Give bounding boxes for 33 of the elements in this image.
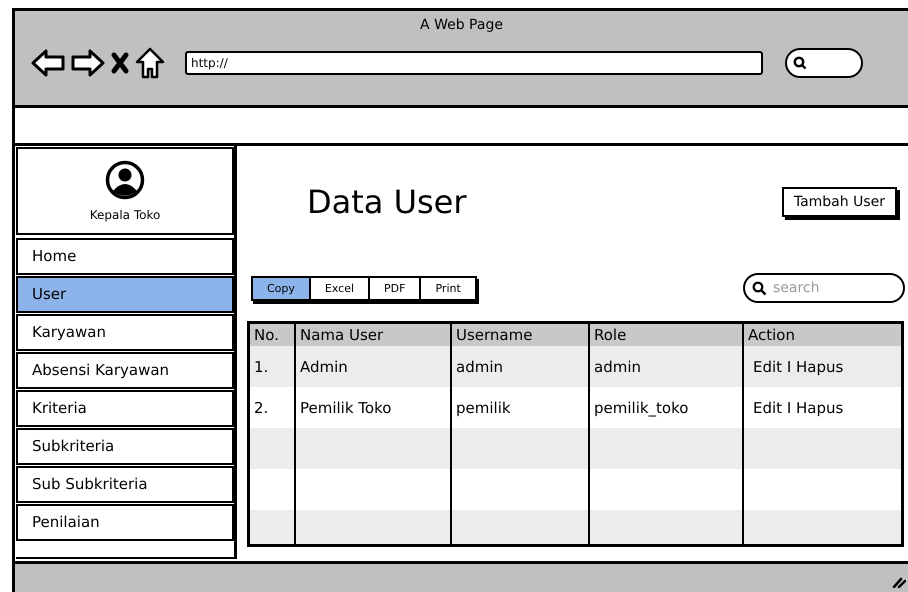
page-title: Data User [307, 183, 467, 221]
search-field[interactable]: search [743, 273, 905, 303]
search-icon [793, 56, 807, 70]
table-cell: admin [451, 346, 589, 387]
column-header: No. [248, 322, 295, 346]
search-field[interactable] [785, 48, 863, 78]
table-cell: admin [589, 346, 743, 387]
column-header: Nama User [295, 322, 451, 346]
sidebar-item[interactable]: Home [16, 238, 234, 275]
sidebar-item[interactable]: Sub Subkriteria [16, 466, 234, 503]
column-header: Action [743, 322, 902, 346]
sidebar-item[interactable]: User [16, 276, 234, 313]
table-cell: 1. [248, 346, 295, 387]
sidebar-item[interactable]: Karyawan [16, 314, 234, 351]
forward-icon[interactable] [71, 49, 105, 77]
table-cell: Admin [295, 346, 451, 387]
back-icon[interactable] [31, 49, 65, 77]
close-icon[interactable] [111, 52, 129, 74]
home-icon[interactable] [135, 47, 165, 79]
column-header: Role [589, 322, 743, 346]
column-header: Username [451, 322, 589, 346]
search-icon [752, 281, 767, 296]
sidebar-item[interactable]: Absensi Karyawan [16, 352, 234, 389]
export-button[interactable]: Copy [253, 278, 311, 298]
action-links[interactable]: Edit I Hapus [743, 346, 902, 387]
address-field[interactable]: http:// [185, 51, 763, 75]
sidebar-item[interactable]: Kriteria [16, 390, 234, 427]
profile-name: Kepala Toko [90, 208, 160, 222]
add-user-button[interactable]: Tambah User [782, 187, 897, 217]
sidebar-item[interactable]: Penilaian [16, 504, 234, 541]
sidebar-item[interactable]: Subkriteria [16, 428, 234, 465]
window-title: A Web Page [419, 16, 504, 35]
avatar-icon [105, 160, 145, 200]
